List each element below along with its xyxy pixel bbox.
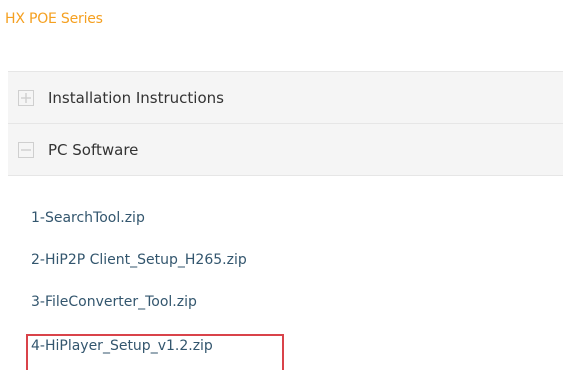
download-page: HX POE Series Installation Instructions …: [0, 0, 563, 370]
accordion-item-pc-software[interactable]: PC Software: [8, 123, 563, 176]
highlight-box: [26, 334, 284, 370]
minus-box-icon: [18, 141, 34, 158]
file-link-fileconverter[interactable]: 3-FileConverter_Tool.zip: [31, 294, 197, 310]
file-link-hip2p-client[interactable]: 2-HiP2P Client_Setup_H265.zip: [31, 252, 247, 268]
accordion-item-installation-instructions[interactable]: Installation Instructions: [8, 71, 563, 123]
accordion: Installation Instructions PC Software: [8, 71, 563, 176]
plus-box-icon: [18, 89, 34, 106]
series-title: HX POE Series: [5, 11, 103, 27]
accordion-item-label: PC Software: [48, 140, 139, 159]
accordion-item-label: Installation Instructions: [48, 88, 224, 107]
file-link-searchtool[interactable]: 1-SearchTool.zip: [31, 210, 145, 226]
